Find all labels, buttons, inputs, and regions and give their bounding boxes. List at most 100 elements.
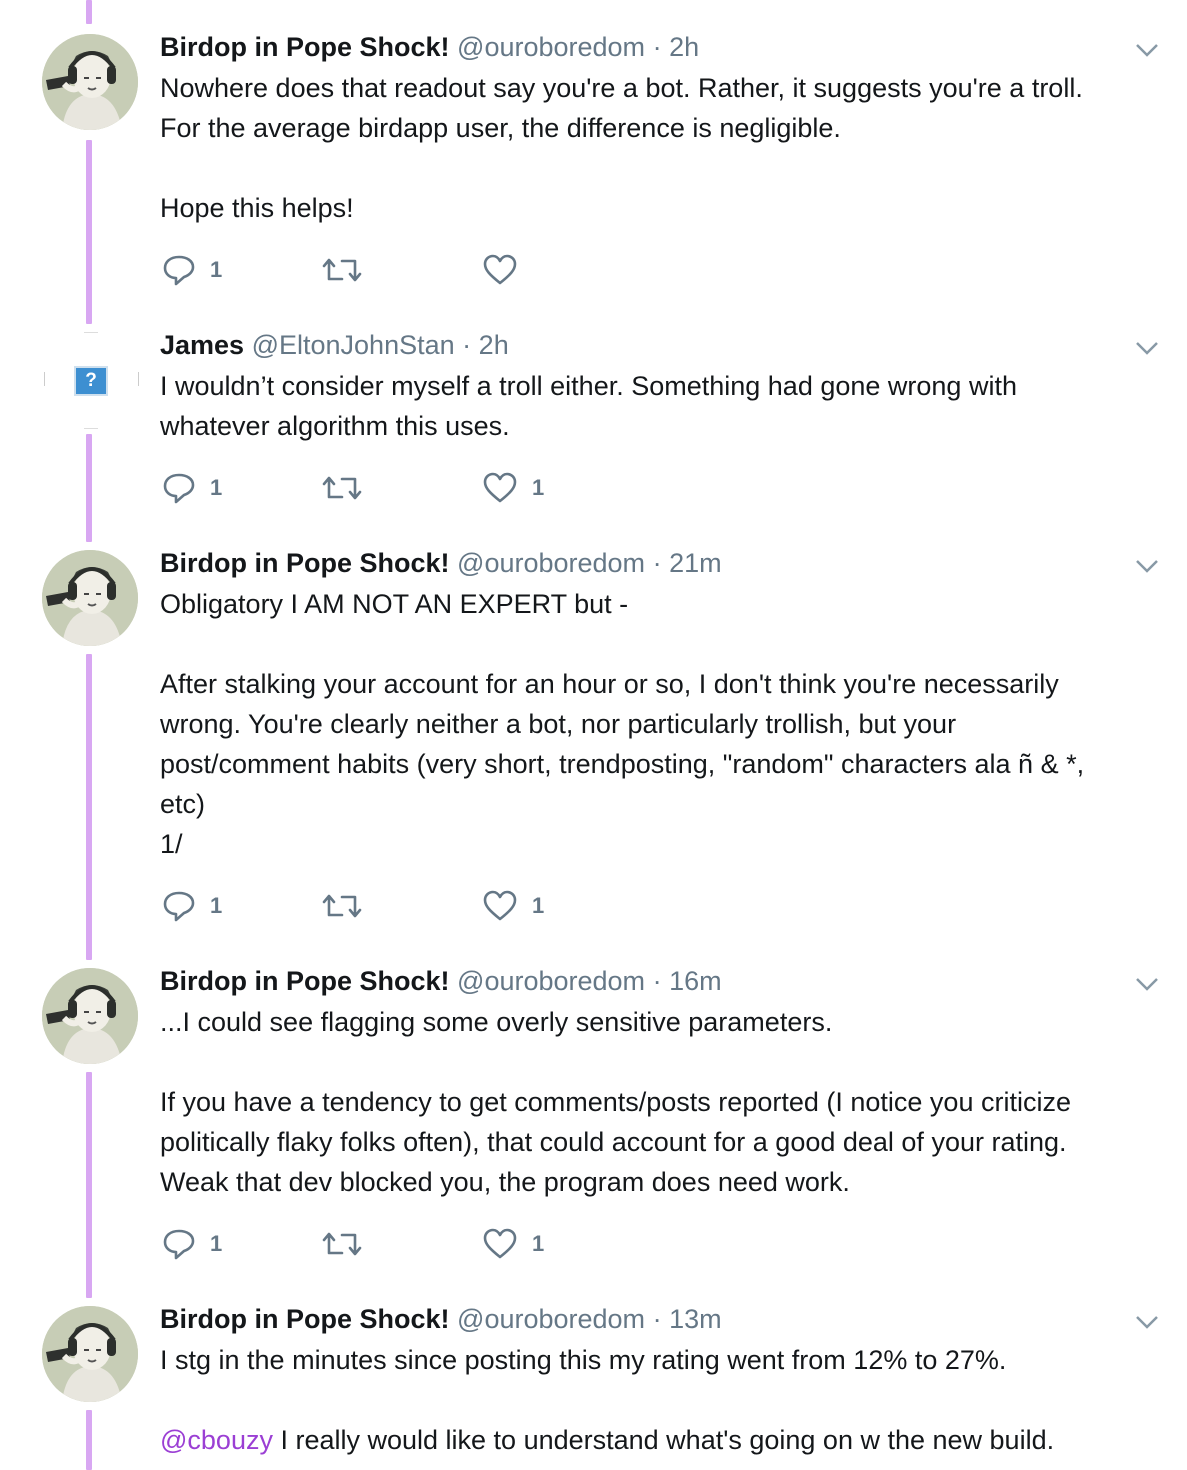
timestamp[interactable]: 21m — [669, 548, 722, 578]
heart-icon — [483, 1228, 517, 1259]
timestamp[interactable]: 13m — [669, 1304, 722, 1334]
tweet-line: I wouldn’t consider myself a troll eithe… — [160, 371, 1017, 401]
heart-icon — [483, 472, 517, 503]
like-count: 1 — [532, 475, 545, 500]
tweet-line: post/comment habits (very short, trendpo… — [160, 749, 1085, 779]
retweet-button[interactable] — [322, 253, 376, 287]
separator: · — [652, 1304, 662, 1334]
tweet-line: Weak that dev blocked you, the program d… — [160, 1167, 850, 1197]
tweet-header: James @EltonJohnStan · 2h — [160, 327, 509, 363]
avatar[interactable] — [42, 34, 138, 130]
retweet-icon — [322, 1232, 362, 1256]
thread-line — [86, 140, 92, 324]
author-handle[interactable]: @ouroboredom — [457, 548, 645, 578]
author-name[interactable]: Birdop in Pope Shock! — [160, 548, 450, 578]
like-button[interactable] — [482, 253, 532, 287]
author-handle[interactable]: @ouroboredom — [457, 1304, 645, 1334]
avatar[interactable] — [42, 1306, 138, 1402]
tweet-header: Birdop in Pope Shock! @ouroboredom · 13m — [160, 1301, 722, 1337]
chevron-down-icon[interactable] — [1133, 1312, 1161, 1332]
tweet-line: whatever algorithm this uses. — [160, 411, 510, 441]
retweet-icon — [322, 476, 362, 500]
author-handle[interactable]: @EltonJohnStan — [252, 330, 455, 360]
retweet-button[interactable] — [322, 1227, 376, 1261]
tweet-body: ...I could see flagging some overly sens… — [160, 1002, 1150, 1202]
reply-button[interactable]: 1 — [162, 253, 222, 287]
tweet-line: politically flaky folks often), that cou… — [160, 1127, 1067, 1157]
like-button[interactable]: 1 — [482, 1227, 544, 1261]
reply-button[interactable]: 1 — [162, 471, 222, 505]
separator: · — [652, 966, 662, 996]
chevron-down-icon[interactable] — [1133, 40, 1161, 60]
author-name[interactable]: Birdop in Pope Shock! — [160, 32, 450, 62]
retweet-icon — [322, 258, 362, 282]
chevron-down-icon[interactable] — [1133, 556, 1161, 576]
reply-count: 1 — [210, 1231, 223, 1256]
reply-icon — [163, 255, 195, 286]
avatar[interactable] — [42, 550, 138, 646]
reply-icon — [163, 891, 195, 922]
tweet-line: If you have a tendency to get comments/p… — [160, 1087, 1071, 1117]
tweet-line: I stg in the minutes since posting this … — [160, 1345, 1007, 1375]
reply-button[interactable]: 1 — [162, 1227, 222, 1261]
thread-line — [86, 1072, 92, 1298]
reply-icon — [163, 473, 195, 504]
mention-link[interactable]: @cbouzy — [160, 1425, 273, 1455]
like-button[interactable]: 1 — [482, 471, 544, 505]
chevron-down-icon[interactable] — [1133, 974, 1161, 994]
tweet-header: Birdop in Pope Shock! @ouroboredom · 16m — [160, 963, 722, 999]
timestamp[interactable]: 16m — [669, 966, 722, 996]
separator: · — [462, 330, 472, 360]
retweet-icon — [322, 894, 362, 918]
tweet-header: Birdop in Pope Shock! @ouroboredom · 2h — [160, 29, 699, 65]
tweet-actions: 1 — [160, 253, 580, 287]
tweet-line: After stalking your account for an hour … — [160, 669, 1059, 699]
like-button[interactable]: 1 — [482, 889, 544, 923]
tweet-line: Nowhere does that readout say you're a b… — [160, 73, 1083, 103]
tweet-actions: 1 1 — [160, 1227, 580, 1261]
tweet-text: I really would like to understand what's… — [272, 1425, 1055, 1455]
timestamp[interactable]: 2h — [479, 330, 509, 360]
heart-icon — [483, 254, 517, 285]
tweet-line: Obligatory I AM NOT AN EXPERT but - — [160, 589, 629, 619]
tweet-line: etc) — [160, 789, 206, 819]
avatar[interactable] — [42, 968, 138, 1064]
reply-count: 1 — [210, 475, 223, 500]
thread-line — [86, 434, 92, 542]
author-handle[interactable]: @ouroboredom — [457, 32, 645, 62]
tweet-body: I stg in the minutes since posting this … — [160, 1340, 1150, 1460]
thread-line — [86, 654, 92, 960]
tweet-line: @cbouzy I really would like to understan… — [160, 1420, 1150, 1460]
retweet-button[interactable] — [322, 471, 376, 505]
thread-line — [86, 0, 92, 24]
tweet-line: Hope this helps! — [160, 193, 354, 223]
tweet-line: ...I could see flagging some overly sens… — [160, 1007, 833, 1037]
tweet-body: Obligatory I AM NOT AN EXPERT but - Afte… — [160, 584, 1150, 864]
author-name[interactable]: James — [160, 330, 244, 360]
tweet-body: Nowhere does that readout say you're a b… — [160, 68, 1150, 228]
tweet-line: 1/ — [160, 829, 183, 859]
reply-count: 1 — [210, 257, 223, 282]
tweet-actions: 1 1 — [160, 889, 580, 923]
tweet-actions: 1 1 — [160, 471, 580, 505]
tweet-header: Birdop in Pope Shock! @ouroboredom · 21m — [160, 545, 722, 581]
tweet-line: For the average birdapp user, the differ… — [160, 113, 841, 143]
like-count: 1 — [532, 1231, 545, 1256]
separator: · — [652, 548, 662, 578]
tweet-line: wrong. You're clearly neither a bot, nor… — [160, 709, 957, 739]
avatar[interactable]: ? — [42, 332, 139, 429]
heart-icon — [483, 890, 517, 921]
author-handle[interactable]: @ouroboredom — [457, 966, 645, 996]
tweet-body: I wouldn’t consider myself a troll eithe… — [160, 366, 1150, 446]
author-name[interactable]: Birdop in Pope Shock! — [160, 966, 450, 996]
like-count: 1 — [532, 893, 545, 918]
reply-button[interactable]: 1 — [162, 889, 222, 923]
thread-line — [86, 1410, 92, 1470]
retweet-button[interactable] — [322, 889, 376, 923]
timestamp[interactable]: 2h — [669, 32, 699, 62]
chevron-down-icon[interactable] — [1133, 338, 1161, 358]
missing-image-icon: ? — [74, 366, 108, 396]
reply-icon — [163, 1229, 195, 1260]
reply-count: 1 — [210, 893, 223, 918]
author-name[interactable]: Birdop in Pope Shock! — [160, 1304, 450, 1334]
